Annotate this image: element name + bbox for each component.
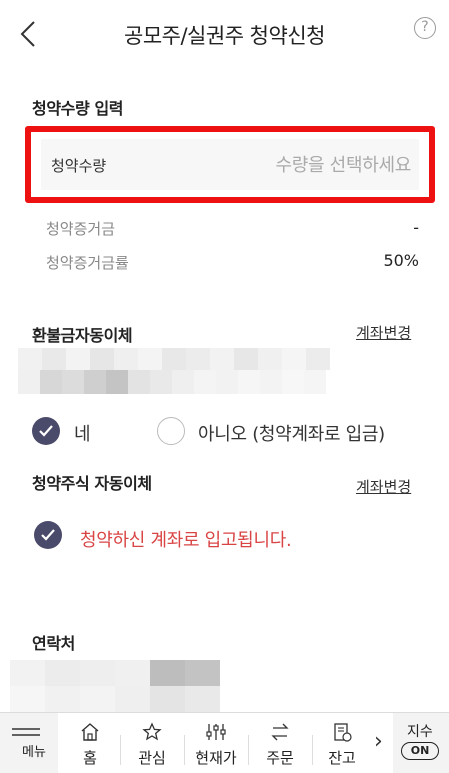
masked-contact-info-2	[10, 686, 220, 712]
nav-order-label: 주문	[266, 749, 294, 767]
star-icon	[142, 722, 162, 741]
nav-menu-button[interactable]: 메뉴	[0, 713, 58, 773]
nav-balance[interactable]: 잔고	[312, 713, 372, 773]
masked-account-info-2	[18, 370, 326, 394]
stock-section-title: 청약주식 자동이체	[32, 474, 152, 493]
deposit-rate-label: 청약증거금률	[46, 254, 129, 272]
sliders-icon	[206, 724, 226, 740]
stock-notice: 청약하신 계좌로 입고됩니다.	[80, 530, 292, 551]
swap-icon	[271, 723, 289, 741]
nav-home-label: 홈	[83, 749, 97, 767]
check-icon	[39, 425, 53, 437]
chevron-right-icon[interactable]: ›	[374, 729, 383, 754]
masked-contact-info	[10, 660, 220, 686]
refund-change-account-link[interactable]: 계좌변경	[356, 322, 411, 343]
quantity-field-highlight: 청약수량 수량을 선택하세요	[25, 126, 435, 203]
home-icon	[81, 723, 99, 741]
nav-watchlist-label: 관심	[138, 749, 166, 767]
nav-home[interactable]: 홈	[60, 713, 120, 773]
deposit-label: 청약증거금	[46, 220, 116, 238]
menu-icon	[12, 728, 40, 736]
stock-change-account-link[interactable]: 계좌변경	[356, 476, 411, 497]
nav-current-price[interactable]: 현재가	[186, 713, 246, 773]
refund-no-label: 아니오 (청약계좌로 입금)	[198, 424, 385, 445]
refund-section-title: 환불금자동이체	[32, 326, 133, 345]
qty-section-title: 청약수량 입력	[32, 99, 124, 118]
page-title: 공모주/실권주 청약신청	[124, 24, 325, 48]
quantity-select[interactable]: 청약수량 수량을 선택하세요	[41, 139, 419, 190]
quantity-placeholder: 수량을 선택하세요	[275, 155, 411, 176]
nav-current-price-label: 현재가	[195, 749, 237, 767]
check-icon	[41, 529, 55, 541]
refund-no-radio[interactable]	[157, 417, 185, 445]
header: 공모주/실권주 청약신청 ?	[0, 0, 449, 70]
masked-account-info	[18, 348, 330, 370]
nav-menu-label: 메뉴	[22, 745, 46, 760]
nav-order[interactable]: 주문	[250, 713, 310, 773]
index-toggle-area[interactable]: 지수 ON	[393, 713, 449, 773]
receipt-icon	[334, 723, 352, 742]
index-label: 지수	[407, 724, 433, 740]
stock-confirm-radio[interactable]	[34, 521, 62, 549]
nav-balance-label: 잔고	[328, 749, 356, 767]
quantity-label: 청약수량	[51, 157, 107, 175]
deposit-rate-value: 50%	[383, 251, 419, 270]
help-icon[interactable]: ?	[414, 17, 436, 39]
index-on-toggle[interactable]: ON	[401, 742, 439, 760]
contact-section-title: 연락처	[32, 634, 75, 653]
bottom-nav: 메뉴 홈 관심 현재가 주문 잔고 › 지수 ON	[0, 712, 449, 773]
deposit-value: -	[413, 218, 419, 237]
refund-yes-radio[interactable]	[32, 417, 60, 445]
nav-watchlist[interactable]: 관심	[122, 713, 182, 773]
refund-yes-label: 네	[74, 424, 91, 445]
